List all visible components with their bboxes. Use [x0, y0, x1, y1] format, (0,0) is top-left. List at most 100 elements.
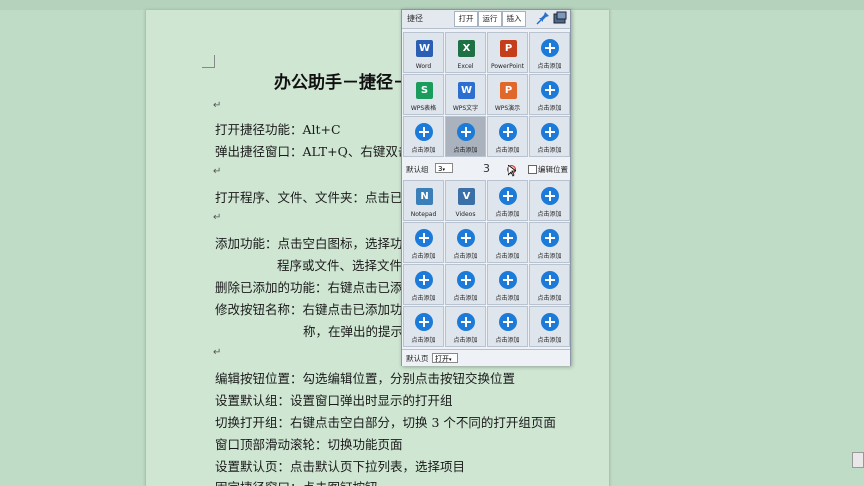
shortcut-button-wps演示[interactable]: P WPS演示 — [487, 74, 528, 115]
plus-icon — [499, 271, 517, 289]
add-shortcut-button[interactable]: 点击添加 — [529, 264, 570, 305]
doc-line: 弹出捷径窗口：ALT+Q、右键双击 — [215, 144, 411, 159]
doc-line: 打开捷径功能：Alt+C — [215, 122, 341, 137]
plus-icon — [541, 81, 559, 99]
doc-line: 固定捷径窗口：点击图钉按钮 — [215, 477, 378, 486]
shortcut-grid-group: N Notepad V Videos 点击添加 点击添加 点击添加 点击添加 点击添加 点击添加点… — [403, 180, 570, 347]
plus-icon — [457, 271, 475, 289]
add-shortcut-button[interactable]: 点击添加 — [403, 116, 444, 157]
shortcut-button-excel[interactable]: X Excel — [445, 32, 486, 73]
shortcut-label: 点击添加 — [411, 337, 436, 344]
powerpoint-icon: P — [500, 40, 517, 57]
doc-line: 设置默认组：设置窗口弹出时显示的打开组 — [215, 393, 453, 408]
add-shortcut-button[interactable]: 点击添加 — [403, 264, 444, 305]
doc-line: 窗口顶部滑动滚轮：切换功能页面 — [215, 437, 403, 452]
videos-icon: V — [458, 188, 475, 205]
add-shortcut-button[interactable]: 点击添加 — [445, 116, 486, 157]
mouse-cursor-icon — [508, 165, 516, 177]
plus-icon — [499, 123, 517, 141]
paragraph-mark: ↵ — [213, 347, 222, 358]
pin-icon[interactable] — [536, 11, 550, 26]
shortcut-label: 点击添加 — [537, 63, 562, 70]
shortcut-label: 点击添加 — [537, 147, 562, 154]
add-shortcut-button[interactable]: 点击添加 — [445, 222, 486, 263]
wps演示-icon: P — [500, 82, 517, 99]
shortcut-panel[interactable]: 捷径 打开 运行 插入 W Word X Excel P PowerPoint 点击添加 S W… — [401, 9, 571, 366]
plus-icon — [415, 313, 433, 331]
add-shortcut-button[interactable]: 点击添加 — [403, 222, 444, 263]
shortcut-button-wps文字[interactable]: W WPS文字 — [445, 74, 486, 115]
add-shortcut-button[interactable]: 点击添加 — [529, 306, 570, 347]
plus-icon — [541, 39, 559, 57]
plus-icon — [499, 229, 517, 247]
shortcut-label: 点击添加 — [537, 253, 562, 260]
excel-icon: X — [458, 40, 475, 57]
shortcut-label: 点击添加 — [495, 295, 520, 302]
shortcut-label: 点击添加 — [495, 211, 520, 218]
shortcut-label: 点击添加 — [537, 105, 562, 112]
page-corner-mark — [202, 55, 215, 68]
panel-footer: 默认页 打开▾ — [402, 349, 570, 366]
add-shortcut-button[interactable]: 点击添加 — [487, 264, 528, 305]
shortcut-label: PowerPoint — [490, 63, 525, 70]
plus-icon — [457, 313, 475, 331]
add-shortcut-button[interactable]: 点击添加 — [529, 116, 570, 157]
add-shortcut-button[interactable]: 点击添加 — [487, 116, 528, 157]
plus-icon — [541, 123, 559, 141]
screenshot-icon[interactable] — [553, 11, 567, 26]
shortcut-label: Excel — [457, 63, 474, 70]
add-shortcut-button[interactable]: 点击添加 — [445, 264, 486, 305]
plus-icon — [541, 187, 559, 205]
shortcut-label: Videos — [455, 211, 476, 218]
shortcut-label: WPS表格 — [410, 105, 437, 112]
default-group-label: 默认组 — [406, 165, 429, 174]
shortcut-label: Word — [415, 63, 432, 70]
shortcut-button-word[interactable]: W Word — [403, 32, 444, 73]
plus-icon — [541, 313, 559, 331]
shortcut-label: 点击添加 — [495, 253, 520, 260]
shortcut-button-notepad[interactable]: N Notepad — [403, 180, 444, 221]
doc-line: 设置默认页：点击默认页下拉列表，选择项目 — [215, 459, 466, 474]
shortcut-label: 点击添加 — [453, 295, 478, 302]
doc-line: 程序或文件、选择文件夹 — [277, 258, 415, 273]
shortcut-button-wps表格[interactable]: S WPS表格 — [403, 74, 444, 115]
add-shortcut-button[interactable]: 点击添加 — [487, 222, 528, 263]
add-shortcut-button[interactable]: 点击添加 — [529, 74, 570, 115]
add-shortcut-button[interactable]: 点击添加 — [403, 306, 444, 347]
shortcut-button-powerpoint[interactable]: P PowerPoint — [487, 32, 528, 73]
edit-position-label: 编辑位置 — [538, 165, 568, 174]
panel-header[interactable]: 捷径 打开 运行 插入 — [402, 10, 570, 29]
tab-open[interactable]: 打开 — [454, 11, 478, 27]
plus-icon — [541, 271, 559, 289]
add-shortcut-button[interactable]: 点击添加 — [529, 222, 570, 263]
plus-icon — [415, 123, 433, 141]
add-shortcut-button[interactable]: 点击添加 — [529, 180, 570, 221]
plus-icon — [499, 313, 517, 331]
add-shortcut-button[interactable]: 点击添加 — [487, 180, 528, 221]
panel-title: 捷径 — [407, 14, 423, 23]
tab-insert[interactable]: 插入 — [502, 11, 526, 27]
add-shortcut-button[interactable]: 点击添加 — [487, 306, 528, 347]
add-shortcut-button[interactable]: 点击添加 — [529, 32, 570, 73]
shortcut-label: 点击添加 — [411, 147, 436, 154]
paragraph-mark: ↵ — [213, 166, 222, 177]
default-page-select[interactable]: 打开▾ — [432, 353, 458, 363]
shortcut-label: 点击添加 — [537, 211, 562, 218]
edit-position-checkbox[interactable] — [528, 165, 537, 174]
shortcut-label: 点击添加 — [495, 337, 520, 344]
group-controls: 默认组 3▾ 3 编辑位置 — [402, 159, 570, 179]
shortcut-label: 点击添加 — [453, 147, 478, 154]
paragraph-mark: ↵ — [213, 100, 222, 111]
default-group-select[interactable]: 3▾ — [435, 163, 453, 173]
shortcut-label: Notepad — [410, 211, 437, 218]
default-page-label: 默认页 — [406, 354, 429, 363]
notepad-icon: N — [416, 188, 433, 205]
tab-run[interactable]: 运行 — [478, 11, 502, 27]
page-number: 3 — [483, 162, 490, 175]
shortcut-label: 点击添加 — [537, 337, 562, 344]
add-shortcut-button[interactable]: 点击添加 — [445, 306, 486, 347]
shortcut-button-videos[interactable]: V Videos — [445, 180, 486, 221]
plus-icon — [541, 229, 559, 247]
scroll-indicator[interactable] — [852, 452, 864, 468]
shortcut-label: 点击添加 — [411, 295, 436, 302]
